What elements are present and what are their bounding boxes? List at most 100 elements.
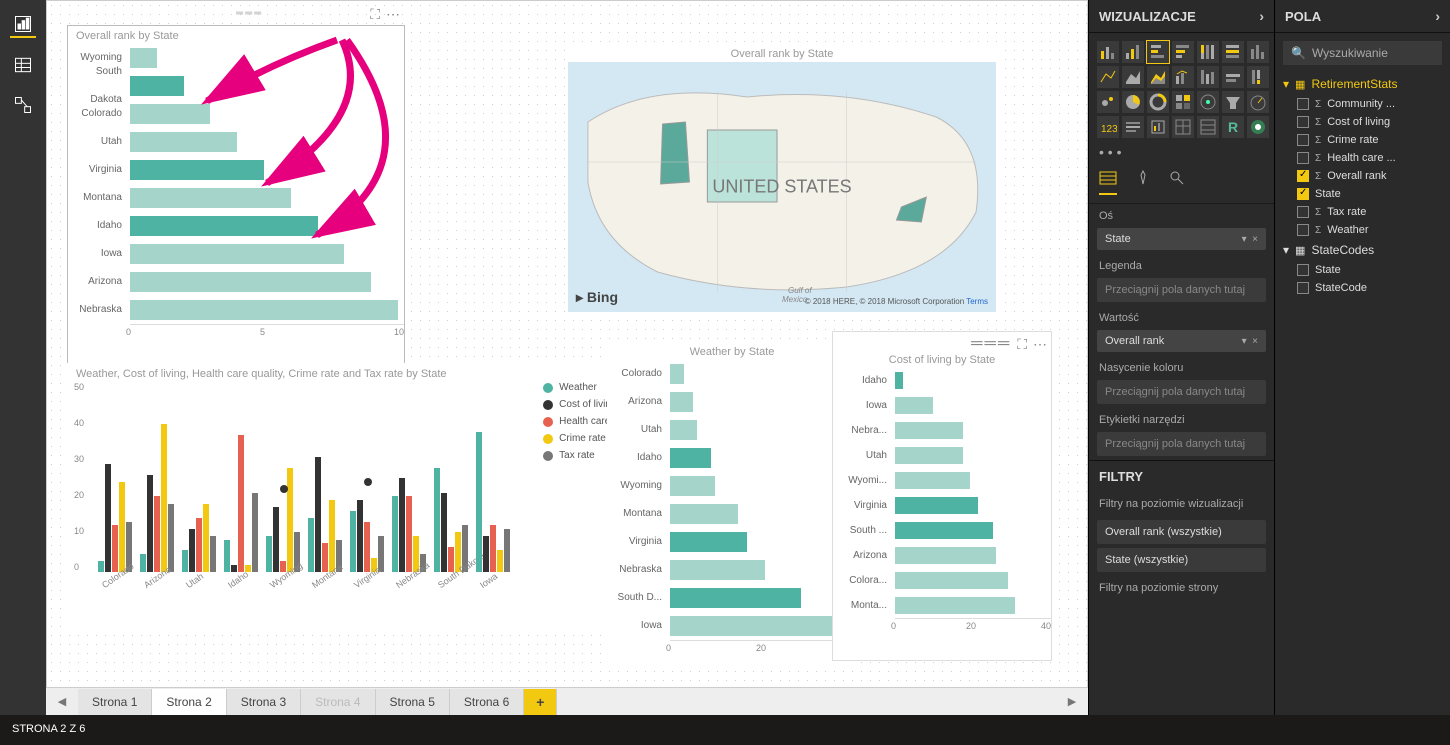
bar[interactable] xyxy=(130,104,210,124)
viz-type-icon[interactable] xyxy=(1197,91,1219,113)
bar[interactable] xyxy=(392,496,398,572)
page-tab[interactable]: Strona 1 xyxy=(78,689,152,715)
bar[interactable] xyxy=(154,496,160,572)
bar[interactable] xyxy=(504,529,510,572)
viz-type-icon[interactable] xyxy=(1147,116,1169,138)
visual-tile-cost-of-living[interactable]: ═══⛶⋯Cost of living by StateIdahoIowaNeb… xyxy=(832,331,1052,661)
bar[interactable] xyxy=(130,132,237,152)
more-options-icon[interactable]: ⋯ xyxy=(386,6,400,23)
viz-type-icon[interactable]: R xyxy=(1222,116,1244,138)
viz-type-icon[interactable] xyxy=(1147,66,1169,88)
bar[interactable] xyxy=(130,160,264,180)
bar[interactable] xyxy=(182,550,188,572)
viz-type-icon[interactable] xyxy=(1197,116,1219,138)
page-tab[interactable]: Strona 2 xyxy=(152,689,226,715)
bar[interactable] xyxy=(670,532,747,552)
page-tab[interactable]: Strona 3 xyxy=(227,689,301,715)
viz-type-icon[interactable] xyxy=(1172,41,1194,63)
bar[interactable] xyxy=(130,48,157,68)
bar[interactable] xyxy=(322,543,328,572)
filter-item[interactable]: Overall rank (wszystkie) xyxy=(1097,520,1266,544)
drag-handle-icon[interactable]: ═══ xyxy=(236,8,263,19)
bar[interactable] xyxy=(895,597,1015,614)
well-dropzone[interactable]: Przeciągnij pola danych tutaj xyxy=(1097,380,1266,404)
field-item[interactable]: ΣCommunity ... xyxy=(1275,95,1450,113)
bar[interactable] xyxy=(210,536,216,572)
bar[interactable] xyxy=(448,547,454,572)
bar[interactable] xyxy=(105,464,111,572)
bar[interactable] xyxy=(130,188,291,208)
data-view-icon[interactable] xyxy=(10,52,36,78)
field-item[interactable]: State xyxy=(1275,185,1450,203)
bar[interactable] xyxy=(357,500,363,572)
bar[interactable] xyxy=(203,504,209,572)
viz-type-icon[interactable] xyxy=(1222,91,1244,113)
table-header[interactable]: ▾▦StateCodes xyxy=(1275,239,1450,261)
bar[interactable] xyxy=(130,300,398,320)
viz-type-icon[interactable] xyxy=(1147,91,1169,113)
bar[interactable] xyxy=(441,493,447,572)
viz-type-icon[interactable] xyxy=(1097,91,1119,113)
viz-type-icon[interactable] xyxy=(1122,116,1144,138)
well-field-item[interactable]: Overall rank▾ × xyxy=(1097,330,1266,352)
visual-tile-multi-metric[interactable]: Weather, Cost of living, Health care qua… xyxy=(67,363,647,633)
well-dropzone[interactable]: Przeciągnij pola danych tutaj xyxy=(1097,278,1266,302)
field-item[interactable]: State xyxy=(1275,261,1450,279)
collapse-icon[interactable]: › xyxy=(1435,8,1440,24)
bar[interactable] xyxy=(168,504,174,572)
bar[interactable] xyxy=(895,422,963,439)
report-canvas[interactable]: ═══⛶⋯Overall rank by StateWyomingSouth D… xyxy=(46,0,1088,690)
visual-tile-overall-rank[interactable]: ═══⛶⋯Overall rank by StateWyomingSouth D… xyxy=(67,25,405,365)
bar[interactable] xyxy=(895,447,963,464)
field-item[interactable]: ΣWeather xyxy=(1275,221,1450,239)
field-item[interactable]: ΣCost of living xyxy=(1275,113,1450,131)
page-next-button[interactable]: ▶ xyxy=(1056,695,1088,708)
bar[interactable] xyxy=(329,500,335,572)
viz-type-icon[interactable] xyxy=(1197,41,1219,63)
terms-link[interactable]: Terms xyxy=(966,297,988,306)
field-item[interactable]: ΣOverall rank xyxy=(1275,167,1450,185)
visual-tile-weather[interactable]: Weather by StateColoradoArizonaUtahIdaho… xyxy=(607,341,857,671)
bar[interactable] xyxy=(130,244,344,264)
page-tab[interactable]: Strona 4 xyxy=(301,689,375,715)
collapse-icon[interactable]: › xyxy=(1259,8,1264,24)
bar[interactable] xyxy=(98,561,104,572)
bar[interactable] xyxy=(119,482,125,572)
bar[interactable] xyxy=(497,550,503,572)
bar[interactable] xyxy=(224,540,230,572)
model-view-icon[interactable] xyxy=(10,92,36,118)
viz-type-icon[interactable] xyxy=(1122,91,1144,113)
field-item[interactable]: ΣCrime rate xyxy=(1275,131,1450,149)
bar[interactable] xyxy=(130,216,318,236)
focus-mode-icon[interactable]: ⛶ xyxy=(370,6,380,23)
bar[interactable] xyxy=(895,397,933,414)
well-dropzone[interactable]: Przeciągnij pola danych tutaj xyxy=(1097,432,1266,456)
viz-type-icon[interactable] xyxy=(1172,66,1194,88)
bar[interactable] xyxy=(670,588,801,608)
bar[interactable] xyxy=(895,522,993,539)
visualizations-header[interactable]: WIZUALIZACJE › xyxy=(1089,0,1274,33)
field-item[interactable]: StateCode xyxy=(1275,279,1450,297)
bar[interactable] xyxy=(161,424,167,572)
page-prev-button[interactable]: ◀ xyxy=(46,695,78,708)
viz-type-icon[interactable] xyxy=(1122,41,1144,63)
bar[interactable] xyxy=(273,507,279,572)
fields-search[interactable]: 🔍 Wyszukiwanie xyxy=(1283,41,1442,65)
bar[interactable] xyxy=(670,392,693,412)
field-item[interactable]: ΣHealth care ... xyxy=(1275,149,1450,167)
well-field-item[interactable]: State▾ × xyxy=(1097,228,1266,250)
bar[interactable] xyxy=(406,496,412,572)
bar[interactable] xyxy=(308,518,314,572)
viz-type-icon[interactable] xyxy=(1222,66,1244,88)
filter-item[interactable]: State (wszystkie) xyxy=(1097,548,1266,572)
bar[interactable] xyxy=(287,468,293,572)
bar[interactable] xyxy=(399,478,405,572)
viz-type-icon[interactable] xyxy=(1222,41,1244,63)
viz-type-icon[interactable]: 123 xyxy=(1097,116,1119,138)
viz-type-icon[interactable] xyxy=(1147,41,1169,63)
fields-header[interactable]: POLA › xyxy=(1275,0,1450,33)
bar[interactable] xyxy=(196,518,202,572)
viz-type-icon[interactable] xyxy=(1197,66,1219,88)
bar[interactable] xyxy=(670,476,715,496)
bar[interactable] xyxy=(238,435,244,572)
